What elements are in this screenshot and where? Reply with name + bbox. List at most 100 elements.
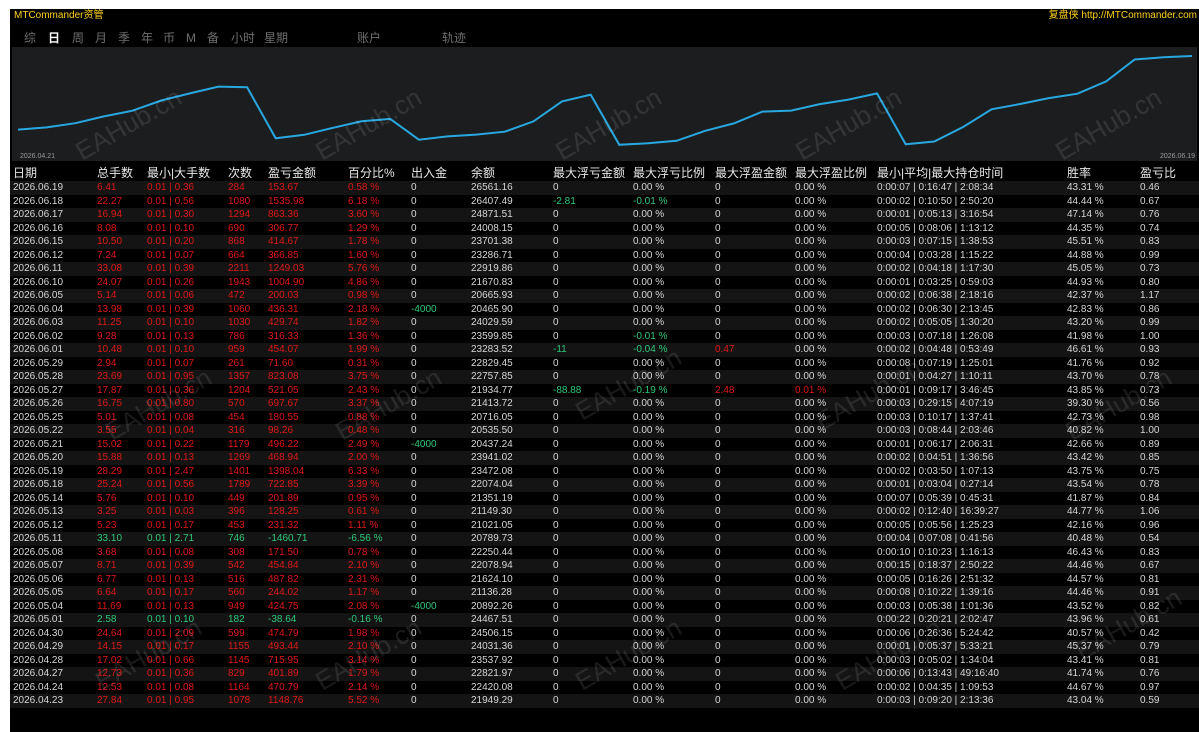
column-header[interactable]: 最小|平均|最大持仓时间: [877, 166, 1003, 181]
table-cell: 45.51 %: [1067, 236, 1104, 247]
table-row[interactable]: 2026.05.28 23.69 0.01 | 0.95 1357 823.08 3.75…: [10, 370, 1199, 384]
table-cell: 0: [553, 330, 559, 342]
table-cell: 0:00:01 | 0:05:13 | 3:16:54: [877, 209, 994, 220]
table-row[interactable]: 2026.06.19 6.41 0.01 | 0.36 284 153.67 0.58 %…: [10, 181, 1199, 195]
table-row[interactable]: 2026.06.01 10.48 0.01 | 0.10 959 454.07 1.99 …: [10, 343, 1199, 357]
tab-11[interactable]: 账户: [357, 30, 381, 46]
table-row[interactable]: 2026.04.30 24.64 0.01 | 2.09 599 474.79 1.98 …: [10, 626, 1199, 640]
table-cell: 0.00 %: [795, 276, 827, 288]
table-row[interactable]: 2026.05.01 2.58 0.01 | 0.10 182 -38.64 -0.16 …: [10, 613, 1199, 627]
table-row[interactable]: 2026.05.13 3.25 0.01 | 0.03 396 128.25 0.61 %…: [10, 505, 1199, 519]
table-row[interactable]: 2026.05.05 6.64 0.01 | 0.17 560 244.02 1.17 %…: [10, 586, 1199, 600]
column-header[interactable]: 日期: [13, 166, 37, 181]
table-cell: 0.01 | 0.36: [147, 384, 195, 396]
table-cell: 0: [715, 371, 721, 382]
table-row[interactable]: 2026.06.10 24.07 0.01 | 0.26 1943 1004.90 4.8…: [10, 275, 1199, 289]
table-row[interactable]: 2026.04.29 14.15 0.01 | 0.17 1155 493.44 2.10…: [10, 640, 1199, 654]
table-row[interactable]: 2026.06.16 8.08 0.01 | 0.10 690 306.77 1.29 %…: [10, 221, 1199, 235]
table-row[interactable]: 2026.05.20 15.88 0.01 | 0.13 1269 468.94 2.00…: [10, 451, 1199, 465]
table-cell: 1080: [228, 195, 251, 207]
column-header[interactable]: 最大浮亏金额: [553, 166, 625, 181]
column-header[interactable]: 最大浮盈比例: [795, 166, 867, 181]
tab-5[interactable]: 年: [141, 30, 153, 46]
table-cell: 22757.85: [471, 371, 513, 382]
column-header[interactable]: 次数: [228, 166, 252, 181]
table-row[interactable]: 2026.04.24 12.53 0.01 | 0.08 1164 470.79 2.14…: [10, 680, 1199, 694]
table-row[interactable]: 2026.05.21 15.02 0.01 | 0.22 1179 496.22 2.49…: [10, 437, 1199, 451]
table-cell: 11.69: [97, 600, 122, 612]
table-cell: 0.00 %: [633, 587, 665, 598]
table-row[interactable]: 2026.05.12 5.23 0.01 | 0.17 453 231.32 1.11 %…: [10, 518, 1199, 532]
table-cell: 0: [411, 276, 417, 288]
table-cell: 0.01 | 0.10: [147, 344, 195, 355]
table-row[interactable]: 2026.05.04 11.69 0.01 | 0.13 949 424.75 2.08 …: [10, 599, 1199, 613]
column-header[interactable]: 最大浮盈金额: [715, 166, 787, 181]
tab-7[interactable]: M: [186, 30, 196, 46]
table-cell: 0:00:02 | 0:05:05 | 1:30:20: [877, 317, 994, 328]
table-row[interactable]: 2026.05.08 3.68 0.01 | 0.08 308 171.50 0.78 %…: [10, 545, 1199, 559]
table-row[interactable]: 2026.05.14 5.76 0.01 | 0.10 449 201.89 0.95 %…: [10, 491, 1199, 505]
table-row[interactable]: 2026.05.29 2.94 0.01 | 0.07 261 71.60 0.31 % 0…: [10, 356, 1199, 370]
table-cell: 0.00 %: [795, 182, 827, 193]
table-row[interactable]: 2026.06.02 9.28 0.01 | 0.13 786 316.33 1.36 %…: [10, 329, 1199, 343]
tab-8[interactable]: 备: [207, 30, 219, 46]
column-header[interactable]: 最大浮亏比例: [633, 166, 705, 181]
table-cell: 0: [715, 600, 721, 612]
column-header[interactable]: 总手数: [97, 166, 133, 181]
table-cell: 5.76 %: [348, 263, 380, 274]
table-row[interactable]: 2026.05.06 6.77 0.01 | 0.13 516 487.82 2.31 %…: [10, 572, 1199, 586]
table-cell: 0:00:02 | 0:04:51 | 1:36:56: [877, 452, 994, 463]
table-row[interactable]: 2026.04.28 17.02 0.01 | 0.66 1145 715.95 3.14…: [10, 653, 1199, 667]
table-cell: 0: [553, 560, 559, 571]
column-header[interactable]: 盈亏金额: [268, 166, 316, 181]
column-header[interactable]: 出入金: [411, 166, 447, 181]
table-row[interactable]: 2026.04.27 12.73 0.01 | 0.36 829 401.89 1.79 …: [10, 667, 1199, 681]
column-header[interactable]: 胜率: [1067, 166, 1091, 181]
tab-0[interactable]: 综: [24, 30, 36, 46]
column-header[interactable]: 盈亏比: [1140, 166, 1176, 181]
tab-2[interactable]: 周: [72, 30, 84, 46]
table-cell: 5.23: [97, 519, 117, 531]
table-cell: 2026.05.08: [13, 546, 64, 558]
table-row[interactable]: 2026.05.07 8.71 0.01 | 0.39 542 454.84 2.10 %…: [10, 559, 1199, 573]
table-row[interactable]: 2026.06.12 7.24 0.01 | 0.07 664 366.85 1.60 %…: [10, 248, 1199, 262]
table-cell: 0:00:08 | 0:07:19 | 1:25:01: [877, 357, 994, 369]
table-cell: 2026.05.05: [13, 587, 64, 598]
brand-link[interactable]: 复盘侠 http://MTCommander.com: [1049, 9, 1197, 23]
table-row[interactable]: 2026.06.11 33.08 0.01 | 0.39 2211 1249.03 5.7…: [10, 262, 1199, 276]
table-row[interactable]: 2026.05.19 28.29 0.01 | 2.47 1401 1398.04 6.3…: [10, 464, 1199, 478]
column-header[interactable]: 百分比%: [348, 166, 395, 181]
table-cell: 6.18 %: [348, 195, 380, 207]
table-row[interactable]: 2026.06.15 10.50 0.01 | 0.20 868 414.67 1.78 …: [10, 235, 1199, 249]
table-row[interactable]: 2026.06.03 11.25 0.01 | 0.10 1030 429.74 1.82…: [10, 316, 1199, 330]
column-header[interactable]: 余额: [471, 166, 495, 181]
column-header[interactable]: 最小|大手数: [147, 166, 210, 181]
table-cell: 0: [411, 519, 417, 531]
table-cell: 0: [715, 452, 721, 463]
table-cell: 23701.38: [471, 236, 513, 247]
table-cell: 472: [228, 290, 245, 301]
tab-3[interactable]: 月: [95, 30, 107, 46]
tab-10[interactable]: 星期: [264, 30, 288, 46]
table-cell: 0: [553, 695, 559, 706]
table-cell: 0:00:01 | 0:09:17 | 3:46:45: [877, 384, 994, 396]
tab-6[interactable]: 币: [163, 30, 175, 46]
table-cell: 0.00 %: [795, 560, 827, 571]
tab-9[interactable]: 小时: [231, 30, 255, 46]
table-row[interactable]: 2026.05.18 25.24 0.01 | 0.56 1789 722.85 3.39…: [10, 478, 1199, 492]
table-row[interactable]: 2026.04.23 27.84 0.01 | 0.95 1078 1148.76 5.5…: [10, 694, 1199, 708]
table-row[interactable]: 2026.06.17 16.94 0.01 | 0.30 1294 863.36 3.60…: [10, 208, 1199, 222]
table-row[interactable]: 2026.06.05 5.14 0.01 | 0.06 472 200.03 0.98 %…: [10, 289, 1199, 303]
tab-12[interactable]: 轨迹: [442, 30, 466, 46]
table-cell: 1269: [228, 452, 251, 463]
tab-4[interactable]: 季: [118, 30, 130, 46]
table-row[interactable]: 2026.06.18 22.27 0.01 | 0.56 1080 1535.98 6.1…: [10, 194, 1199, 208]
table-row[interactable]: 2026.05.22 3.55 0.01 | 0.04 316 98.26 0.48 % 0…: [10, 424, 1199, 438]
table-row[interactable]: 2026.05.27 17.87 0.01 | 0.36 1204 521.05 2.43…: [10, 383, 1199, 397]
table-row[interactable]: 2026.05.11 33.10 0.01 | 2.71 746 -1460.71 -6.…: [10, 532, 1199, 546]
tab-1[interactable]: 日: [48, 30, 60, 46]
table-row[interactable]: 2026.05.26 16.75 0.01 | 0.80 570 697.67 3.37 …: [10, 397, 1199, 411]
table-cell: 1.60 %: [348, 249, 380, 261]
table-row[interactable]: 2026.06.04 13.98 0.01 | 0.39 1060 436.31 2.18…: [10, 302, 1199, 316]
table-row[interactable]: 2026.05.25 5.01 0.01 | 0.08 454 180.55 0.88 %…: [10, 410, 1199, 424]
